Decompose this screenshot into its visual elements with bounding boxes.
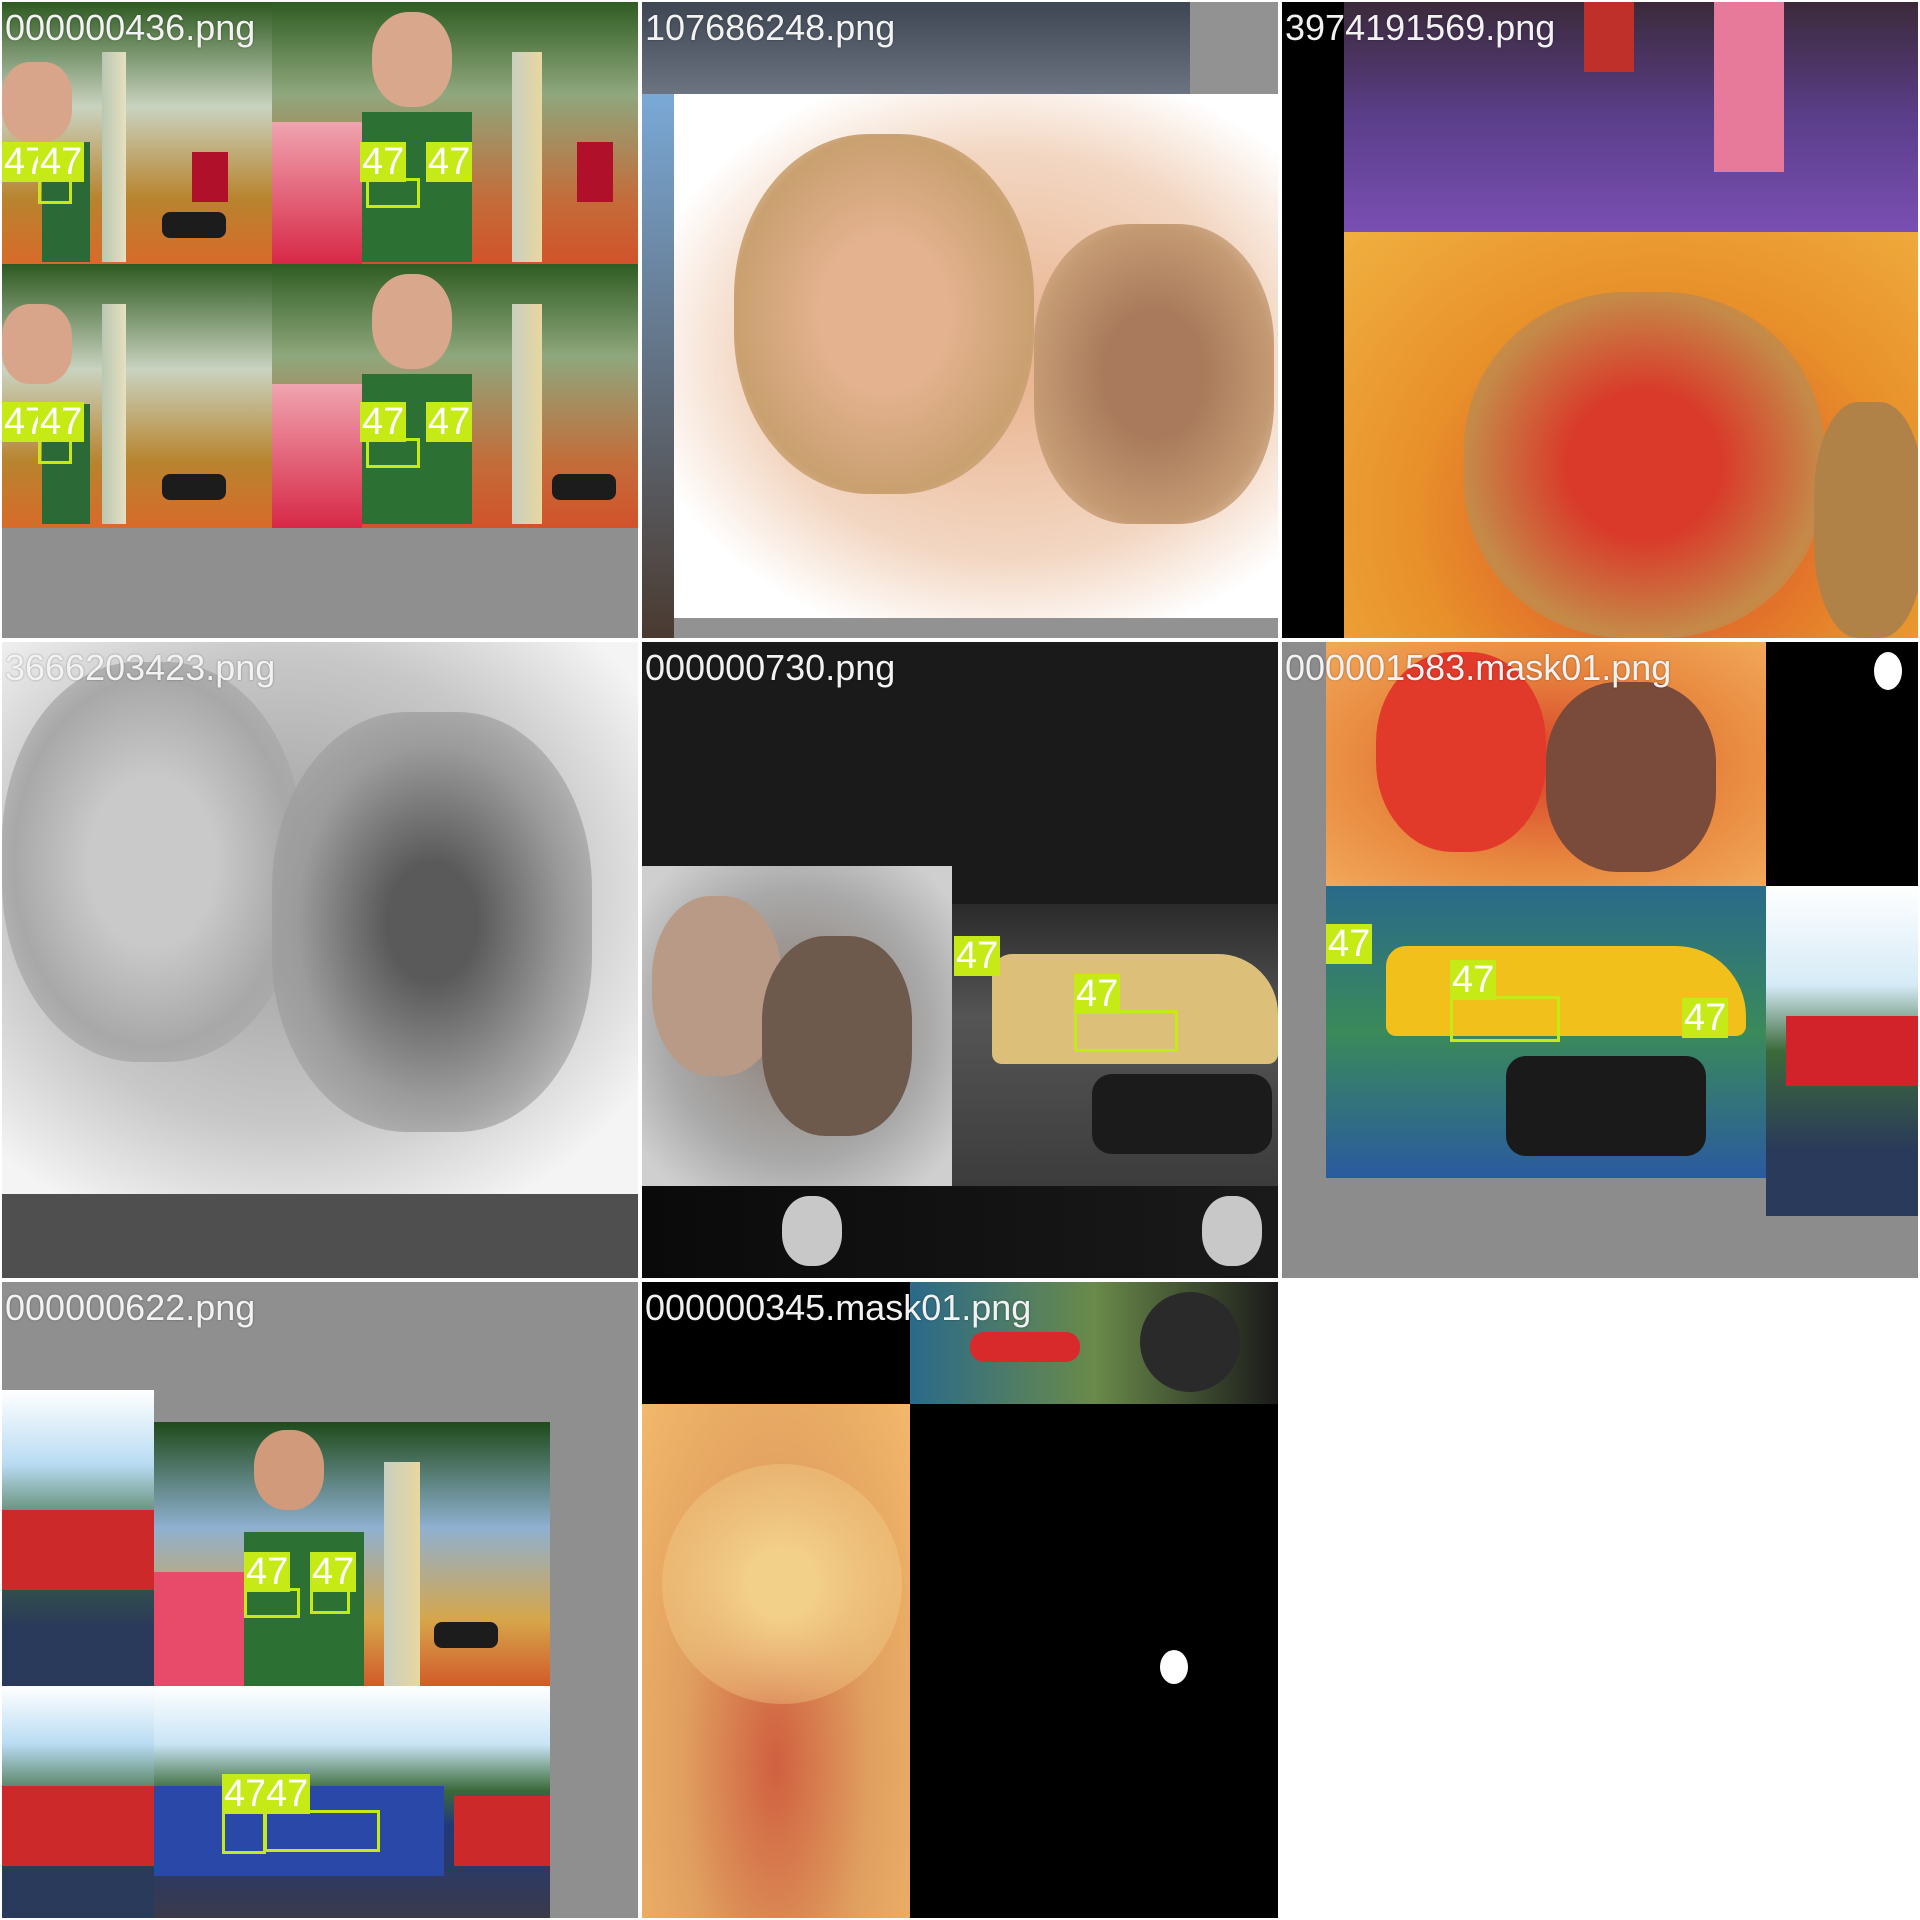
detection-tag: 47	[222, 1773, 269, 1815]
mosaic-photo-top-right	[272, 2, 638, 264]
mask-panel	[1766, 642, 1918, 886]
detection-box	[366, 178, 420, 208]
detection-tag: 47	[426, 141, 473, 183]
mask-panel	[910, 1404, 1278, 1918]
mosaic-photo-bottom-left	[2, 264, 272, 528]
detection-tag: 47	[38, 401, 85, 443]
mask-blob-icon	[1160, 1650, 1188, 1684]
detection-box	[38, 178, 72, 204]
colorized-portrait-photo	[1344, 232, 1918, 638]
tile-3974191569[interactable]: 3974191569.png	[1282, 2, 1918, 638]
tile-000000622[interactable]: 000000622.png 47 47 47 47	[2, 1282, 638, 1918]
tile-filename: 000000730.png	[645, 647, 896, 688]
detection-tag: 47	[954, 935, 1001, 977]
truck-photo	[2, 1686, 154, 1918]
detection-box	[38, 438, 72, 464]
detection-box	[310, 1588, 350, 1614]
portrait-photo	[674, 94, 1278, 618]
cropped-man-photo	[642, 1186, 1278, 1278]
tile-filename: 000000622.png	[5, 1287, 256, 1328]
detection-box	[244, 1588, 300, 1618]
tile-000001583-mask01[interactable]: 000001583.mask01.png 47 47 47	[1282, 642, 1918, 1278]
detection-tag: 47	[1682, 997, 1729, 1039]
detection-tag: 47	[360, 401, 407, 443]
detection-tag: 47	[1326, 923, 1373, 965]
pepsi-truck-photo	[154, 1686, 550, 1918]
detection-tag: 47	[38, 141, 85, 183]
detection-tag: 47	[360, 141, 407, 183]
grayscale-portrait-photo	[2, 642, 638, 1194]
tile-filename: 3974191569.png	[1285, 7, 1556, 48]
detection-box	[1450, 996, 1560, 1042]
image-grid: 000000436.png 47 47 47 47 47 47 47 47 10…	[0, 0, 1920, 1920]
tile-filename: 000001583.mask01.png	[1285, 647, 1672, 688]
tile-3666203423[interactable]: 3666203423.png	[2, 642, 638, 1278]
tile-000000345-mask01[interactable]: 000000345.mask01.png	[642, 1282, 1278, 1918]
tile-filename: 107686248.png	[645, 7, 896, 48]
mosaic-photo-bottom-right	[272, 264, 638, 528]
building-photo	[642, 94, 674, 638]
detection-box	[264, 1810, 380, 1852]
detection-tag: 47	[310, 1551, 357, 1593]
empty-grid-cell	[1282, 1282, 1918, 1918]
detection-box	[222, 1810, 266, 1854]
desaturated-portrait-photo	[642, 866, 952, 1186]
tile-filename: 000000345.mask01.png	[645, 1287, 1032, 1328]
detection-box	[366, 438, 420, 468]
detection-tag: 47	[264, 1773, 311, 1815]
detection-tag: 47	[244, 1551, 291, 1593]
truck-photo	[1766, 886, 1918, 1216]
tile-107686248[interactable]: 107686248.png	[642, 2, 1278, 638]
mask-blob-icon	[1874, 652, 1902, 690]
tile-000000436[interactable]: 000000436.png 47 47 47 47 47 47 47 47	[2, 2, 638, 638]
tile-000000730[interactable]: 000000730.png 47 47	[642, 642, 1278, 1278]
detection-tag: 47	[1074, 973, 1121, 1015]
tile-filename: 3666203423.png	[5, 647, 276, 688]
detection-box	[1074, 1010, 1178, 1052]
detection-tag: 47	[1450, 959, 1497, 1001]
cropped-portrait-photo	[642, 1404, 910, 1918]
detection-tag: 47	[426, 401, 473, 443]
truck-photo	[2, 1390, 154, 1686]
tile-filename: 000000436.png	[5, 7, 256, 48]
